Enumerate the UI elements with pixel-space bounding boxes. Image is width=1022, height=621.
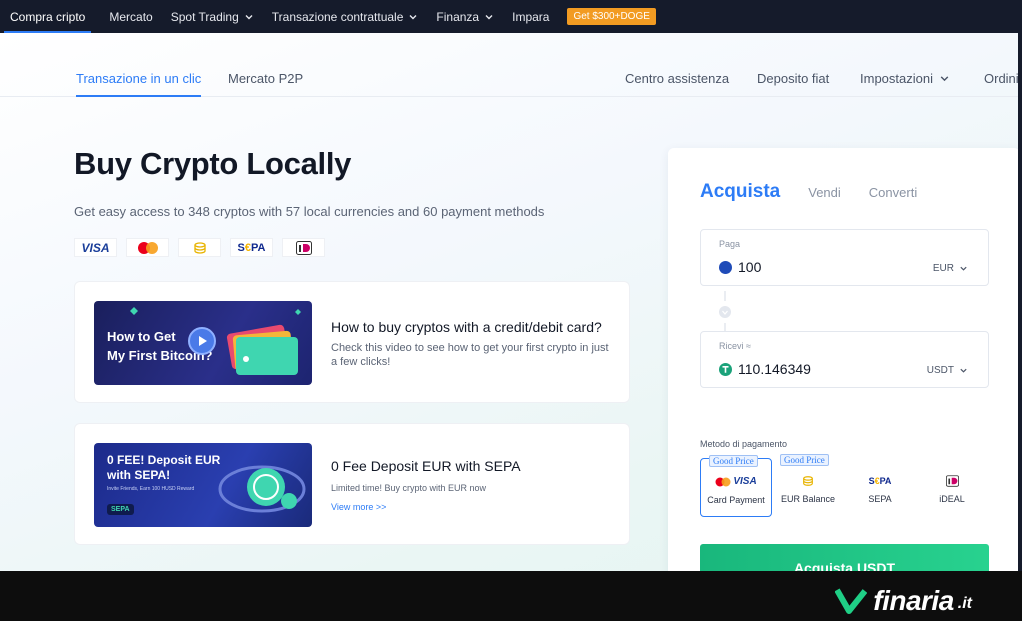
good-price-badge: Good Price: [780, 454, 829, 466]
good-price-badge: Good Price: [709, 455, 758, 467]
promo-card[interactable]: 0 FEE! Deposit EUR with SEPA! Invite Fri…: [74, 423, 630, 545]
play-icon[interactable]: [188, 327, 216, 355]
chevron-down-icon: [485, 14, 493, 19]
finaria-logo: finaria .it: [835, 585, 972, 617]
menu-impostazioni[interactable]: Impostazioni: [860, 71, 950, 86]
branding-bar: finaria .it: [0, 571, 1022, 621]
menu-label: Impostazioni: [860, 71, 933, 86]
receive-amount: 110.146349: [738, 361, 811, 377]
swap-connector-icon: [719, 291, 731, 333]
method-name: SEPA: [868, 494, 892, 504]
nav-impara[interactable]: Impara: [512, 0, 549, 33]
card-description: Limited time! Buy crypto with EUR now: [331, 483, 487, 493]
payment-eur-balance[interactable]: Good Price EUR Balance: [772, 454, 844, 517]
thumb-text: 0 FEE! Deposit EUR: [107, 453, 221, 467]
method-name: Card Payment: [707, 495, 765, 505]
nav-label: Compra cripto: [10, 9, 86, 24]
euro-coin-icon: [719, 260, 732, 274]
nav-label: Spot Trading: [170, 9, 239, 24]
chevron-down-icon: [960, 368, 967, 373]
sepa-icon: SEPA: [107, 504, 134, 515]
mastercard-icon: [126, 238, 169, 257]
tab-converti[interactable]: Converti: [869, 185, 917, 200]
payment-card[interactable]: Good Price VISA Card Payment: [700, 455, 772, 517]
receive-label: Ricevi ≈: [719, 341, 751, 351]
method-name: iDEAL: [939, 494, 965, 504]
currency-label: EUR: [932, 263, 954, 274]
chevron-down-icon: [245, 14, 253, 19]
promo-thumbnail[interactable]: 0 FEE! Deposit EUR with SEPA! Invite Fri…: [94, 443, 312, 527]
thumb-text: with SEPA!: [107, 468, 171, 482]
sub-navigation: Transazione in un clic Mercato P2P Centr…: [0, 33, 1019, 97]
pay-field[interactable]: Paga 100 EUR: [700, 229, 989, 286]
view-more-link[interactable]: View more >>: [331, 502, 386, 512]
pay-label: Paga: [719, 239, 741, 249]
brand-tld: .it: [957, 595, 972, 612]
hero-section: Transazione in un clic Mercato P2P Centr…: [0, 33, 1020, 591]
pay-amount[interactable]: 100: [738, 259, 761, 275]
nav-label: Mercato: [109, 9, 153, 24]
tether-coin-icon: [719, 362, 732, 376]
top-navigation: Compra cripto Mercato Spot Trading Trans…: [0, 0, 1022, 33]
card-description: Check this video to see how to get your …: [331, 342, 609, 368]
page-title: Buy Crypto Locally: [74, 146, 352, 181]
trade-panel: Acquista Vendi Converti Paga 100 EUR Ric…: [668, 148, 1020, 591]
nav-label: Finanza: [436, 9, 480, 24]
ideal-icon: [282, 238, 325, 257]
nav-compra-cripto[interactable]: Compra cripto: [4, 0, 92, 33]
chevron-down-icon: [409, 14, 417, 19]
coin-stack-icon: [178, 238, 221, 257]
receive-currency-select[interactable]: USDT: [927, 365, 968, 376]
brand-wordmark: finaria: [873, 585, 954, 616]
nav-spot-trading[interactable]: Spot Trading: [171, 0, 254, 33]
tab-mercato-p2p[interactable]: Mercato P2P: [228, 71, 303, 86]
nav-label: Impara: [512, 9, 550, 24]
card-title[interactable]: 0 Fee Deposit EUR with SEPA: [331, 458, 521, 474]
payment-sepa[interactable]: S€PA SEPA: [844, 458, 916, 517]
tab-transazione-in-un-clic[interactable]: Transazione in un clic: [76, 71, 202, 97]
currency-label: USDT: [926, 365, 954, 376]
chevron-down-icon: [960, 266, 967, 271]
payment-logos: VISA S€PA: [74, 238, 325, 257]
link-ordini[interactable]: Ordini: [984, 71, 1019, 86]
receive-field[interactable]: Ricevi ≈ 110.146349 USDT: [700, 331, 989, 388]
page-subtitle: Get easy access to 348 cryptos with 57 l…: [74, 204, 545, 219]
link-centro-assistenza[interactable]: Centro assistenza: [625, 71, 729, 86]
chevron-down-icon: [940, 76, 949, 82]
tab-acquista[interactable]: Acquista: [700, 181, 780, 203]
window-edge: [1018, 33, 1022, 573]
nav-label: Transazione contrattuale: [271, 9, 404, 24]
check-mark-logo-icon: [835, 588, 868, 614]
tab-vendi[interactable]: Vendi: [808, 185, 841, 200]
trade-tabs: Acquista Vendi Converti: [700, 181, 945, 203]
video-thumbnail[interactable]: How to Get My First Bitcoin?: [94, 301, 312, 385]
ideal-icon: [916, 474, 988, 487]
visa-icon: VISA: [74, 238, 117, 257]
payment-method-label: Metodo di pagamento: [700, 439, 788, 449]
link-deposito-fiat[interactable]: Deposito fiat: [757, 71, 829, 86]
card-payment-icon: VISA: [701, 475, 771, 488]
coin-stack-icon: [772, 474, 844, 487]
nav-transazione-contrattuale[interactable]: Transazione contrattuale: [272, 0, 419, 33]
nav-mercato[interactable]: Mercato: [109, 0, 152, 33]
video-card[interactable]: How to Get My First Bitcoin? How to buy …: [74, 281, 630, 403]
sepa-icon: S€PA: [868, 475, 892, 486]
thumb-small-text: Invite Friends, Earn 100 HUSD Reward: [107, 486, 195, 492]
sepa-icon: S€PA: [230, 238, 273, 257]
nav-finanza[interactable]: Finanza: [436, 0, 494, 33]
payment-ideal[interactable]: iDEAL: [916, 458, 988, 517]
method-name: EUR Balance: [780, 494, 836, 504]
pay-currency-select[interactable]: EUR: [933, 263, 968, 274]
promo-button[interactable]: Get $300+DOGE: [567, 8, 656, 25]
card-title[interactable]: How to buy cryptos with a credit/debit c…: [331, 319, 602, 335]
